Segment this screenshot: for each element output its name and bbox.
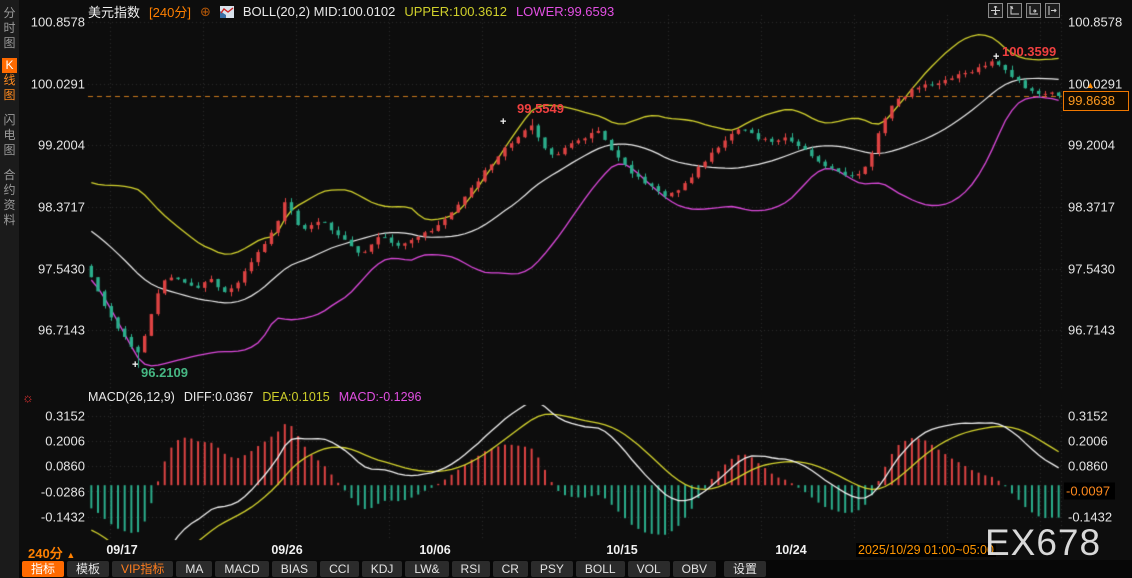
macd-dea-value: DEA:0.1015 <box>262 390 330 404</box>
boll-upper-value: UPPER:100.3612 <box>404 4 507 19</box>
symbol-name: 美元指数 <box>88 5 141 20</box>
chart-tool-icons <box>988 3 1060 18</box>
macd-axis-label: 0.0860 <box>45 458 85 474</box>
app-window: 分时图 K 线图 闪电图 合约资料 美元指数 [240分] ⊕ BOLL(20,… <box>0 0 1132 578</box>
macd-axis-label: 0.3152 <box>45 408 85 424</box>
bottom-toolbar: 指标 模板 VIP指标 MA MACD BIAS CCI KDJ LW& RSI… <box>19 560 1132 578</box>
pan-right-icon[interactable] <box>1045 3 1060 18</box>
y-axis-label: 99.2004 <box>38 137 85 153</box>
vip-indicator-button[interactable]: VIP指标 <box>112 561 174 577</box>
cr-button[interactable]: CR <box>492 561 528 577</box>
candlestick-chart-canvas[interactable] <box>0 0 1132 560</box>
y-axis-label: 100.0291 <box>30 76 85 92</box>
sidebar-tab-label: 合约资料 <box>3 168 16 227</box>
pan-icon[interactable] <box>988 3 1003 18</box>
datetime-range-label: 2025/10/29 01:00~05:00 <box>856 543 996 557</box>
bias-button[interactable]: BIAS <box>271 561 318 577</box>
macd-diff-value: DIFF:0.0367 <box>183 390 254 404</box>
y-axis-label: 100.0291 <box>1068 76 1123 92</box>
scale-right-axis-icon[interactable] <box>1026 3 1041 18</box>
kdj-button[interactable]: KDJ <box>361 561 403 577</box>
y-axis-label: 96.7143 <box>38 322 85 338</box>
macd-title: MACD(26,12,9) <box>88 390 175 404</box>
target-circle-icon[interactable]: ⊕ <box>200 4 211 20</box>
x-axis-date: 10/06 <box>419 543 451 557</box>
low-price-label: 96.2109 <box>141 365 188 380</box>
boll-settings-label: BOLL(20,2) MID:100.0102 <box>242 4 396 19</box>
macd-bar-value: MACD:-0.1296 <box>338 390 422 404</box>
rsi-button[interactable]: RSI <box>451 561 490 577</box>
high-price-label: 100.3599 <box>1002 44 1057 59</box>
lwr-button[interactable]: LW& <box>405 561 449 577</box>
x-axis-row: 240分 ▲ 09/17 09/26 10/06 10/15 10/24 202… <box>0 541 1132 561</box>
macd-axis-label: 0.0860 <box>1068 458 1108 474</box>
price-up-arrow-icon: ▲ <box>1086 80 1095 90</box>
watermark: EX678 <box>985 522 1102 563</box>
indicator-button[interactable]: 指标 <box>22 561 65 577</box>
y-axis-label: 98.3717 <box>38 199 85 215</box>
chart-style-icon[interactable] <box>219 5 234 18</box>
x-axis-date: 10/15 <box>606 543 638 557</box>
vol-button[interactable]: VOL <box>627 561 670 577</box>
macd-button[interactable]: MACD <box>215 561 269 577</box>
macd-axis-label: -0.0286 <box>40 484 85 500</box>
y-axis-label: 100.8578 <box>1068 14 1123 30</box>
ma-button[interactable]: MA <box>176 561 213 577</box>
settings-button[interactable]: 设置 <box>723 561 766 577</box>
swing-high-price-label: 99.5549 <box>517 101 564 116</box>
template-button[interactable]: 模板 <box>67 561 110 577</box>
sidebar-tab-contract-info[interactable]: 合约资料 <box>0 168 19 228</box>
period-label: [240分] <box>149 5 191 20</box>
macd-header: MACD(26,12,9) DIFF:0.0367 DEA:0.1015 MAC… <box>88 390 421 404</box>
macd-axis-label: -0.1432 <box>40 509 85 525</box>
sidebar-tab-label-active: K <box>2 58 17 73</box>
y-axis-label: 97.5430 <box>1068 261 1115 277</box>
x-axis-date: 09/17 <box>106 543 138 557</box>
scale-left-axis-icon[interactable] <box>1007 3 1022 18</box>
cci-button[interactable]: CCI <box>320 561 359 577</box>
high-marker-icon: + <box>993 51 1000 63</box>
y-axis-label: 96.7143 <box>1068 322 1115 338</box>
macd-axis-label: 0.2006 <box>45 433 85 449</box>
macd-value-badge: -0.0097 <box>1064 482 1116 500</box>
low-marker-icon: + <box>132 359 139 371</box>
boll-button[interactable]: BOLL <box>575 561 625 577</box>
boll-lower-value: LOWER:99.6593 <box>515 4 615 19</box>
swing-high-marker-icon: + <box>500 116 507 128</box>
period-text: 240分 <box>28 546 63 561</box>
macd-axis-label: 0.3152 <box>1068 408 1108 424</box>
last-price-badge: 99.8638 <box>1063 91 1129 111</box>
macd-axis-label: 0.2006 <box>1068 433 1108 449</box>
x-axis-date: 09/26 <box>271 543 303 557</box>
alert-icon[interactable]: ☼ <box>22 391 34 404</box>
obv-button[interactable]: OBV <box>672 561 716 577</box>
y-axis-label: 100.8578 <box>30 14 85 30</box>
x-axis-date: 10/24 <box>775 543 807 557</box>
y-axis-label: 97.5430 <box>38 261 85 277</box>
period-up-arrow-icon: ▲ <box>66 550 76 560</box>
chart-header: 美元指数 [240分] ⊕ BOLL(20,2) MID:100.0102 UP… <box>88 2 614 21</box>
y-axis-label: 98.3717 <box>1068 199 1115 215</box>
psy-button[interactable]: PSY <box>530 561 573 577</box>
y-axis-label: 99.2004 <box>1068 137 1115 153</box>
